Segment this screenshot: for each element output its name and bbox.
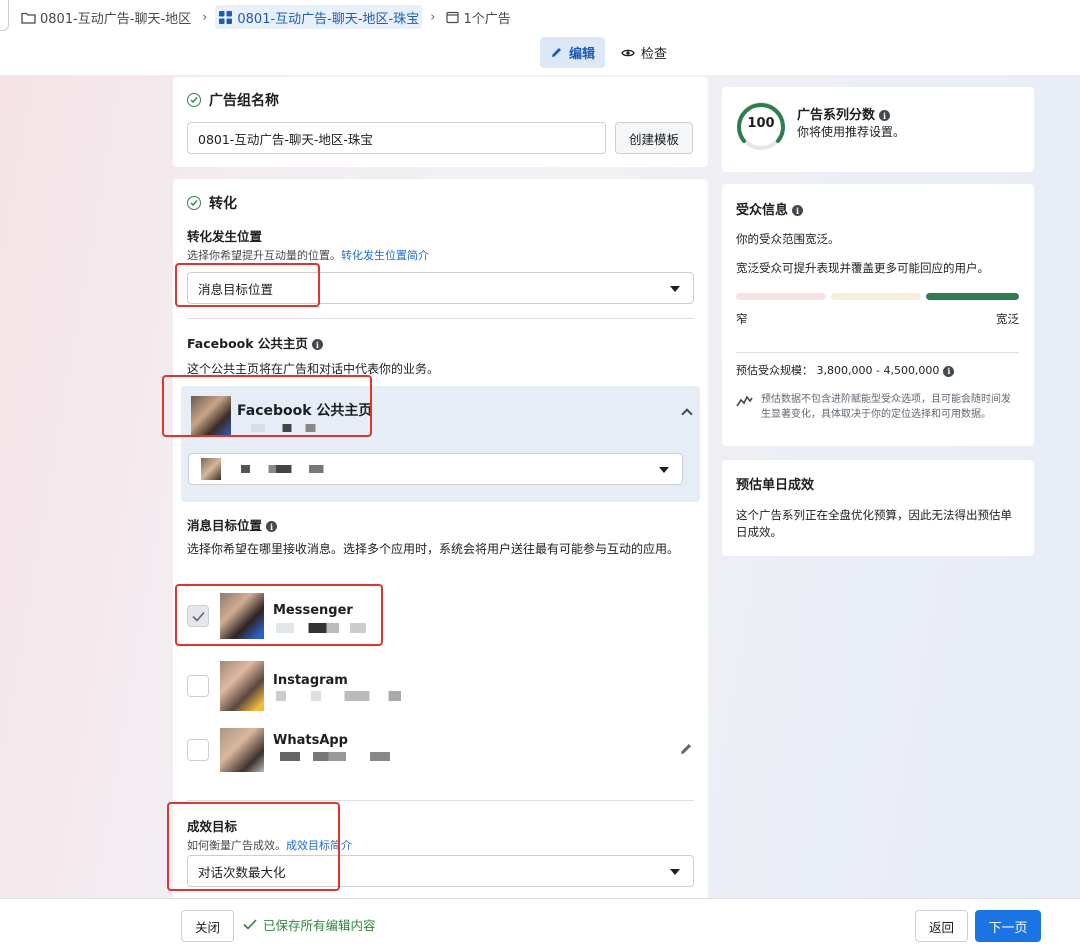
campaign-score-title-text: 广告系列分数 [797, 108, 876, 123]
instagram-avatar [220, 661, 264, 711]
conversion-location-label: 转化发生位置 [187, 229, 263, 244]
chevron-right-icon: › [430, 9, 436, 25]
chevron-up-icon[interactable] [681, 408, 693, 420]
facebook-page-select[interactable] [188, 453, 683, 485]
folder-icon [21, 12, 36, 24]
conversion-title: 转化 [209, 196, 237, 212]
ad-set-name-input[interactable]: 0801-互动广告-聊天-地区-珠宝 [187, 122, 606, 154]
highlight-conversion-location [175, 263, 320, 307]
breadcrumb-ads-label: 1个广告 [463, 11, 511, 27]
conversion-location-help-text: 选择你希望提升互动量的位置。 [187, 249, 341, 262]
instagram-label: Instagram [273, 673, 348, 688]
daily-results-text: 这个广告系列正在全盘优化预算，因此无法得出预估单日成效。 [736, 508, 1012, 539]
saved-status: 已保存所有编辑内容 [243, 915, 376, 934]
grid-icon [219, 10, 233, 24]
audience-title-text: 受众信息 [736, 203, 789, 218]
page-select-avatar [201, 458, 221, 480]
edit-pencil-icon[interactable] [679, 742, 693, 756]
divider [187, 318, 694, 319]
mode-tabs: 编辑 检查 [540, 37, 677, 68]
tab-edit-label: 编辑 [569, 47, 596, 62]
audience-meter-broad [926, 293, 1019, 300]
daily-results-title: 预估单日成效 [736, 478, 815, 493]
ad-set-name-heading: 广告组名称 [187, 90, 279, 110]
facebook-page-label: Facebook 公共主页 i [187, 333, 323, 352]
audience-size: 预估受众规模： 3,800,000 - 4,500,000 i [736, 362, 955, 378]
facebook-page-label-text: Facebook 公共主页 [187, 336, 308, 351]
audience-line2: 宽泛受众可提升表现并覆盖更多可能回应的用户。 [736, 261, 989, 275]
instagram-checkbox[interactable] [187, 675, 209, 697]
ad-set-name-title: 广告组名称 [209, 93, 279, 109]
pencil-icon [552, 48, 561, 57]
conversion-location-help-link[interactable]: 转化发生位置简介 [341, 249, 429, 262]
checkmark-icon [243, 919, 257, 930]
info-icon[interactable]: i [311, 339, 323, 350]
caret-down-icon [659, 467, 669, 473]
highlight-facebook-page [162, 375, 372, 437]
caret-down-icon [670, 286, 680, 292]
info-icon[interactable]: i [879, 110, 891, 121]
close-button[interactable]: 关闭 [181, 910, 234, 942]
audience-narrow-label: 窄 [736, 312, 748, 326]
breadcrumb-campaign-label: 0801-互动广告-聊天-地区 [40, 11, 192, 27]
audience-size-label: 预估受众规模： [736, 364, 813, 377]
conversion-location-help: 选择你希望提升互动量的位置。转化发生位置简介 [187, 247, 429, 263]
audience-size-value: 3,800,000 - 4,500,000 [816, 364, 940, 377]
breadcrumb: 0801-互动广告-聊天-地区 › 0801-互动广告-聊天-地区-珠宝 › 1… [18, 5, 514, 29]
audience-note: 预估数据不包含进阶赋能型受众选项，且可能会随时间发生显著变化，具体取决于你的定位… [761, 394, 1011, 420]
campaign-score-title: 广告系列分数 i [797, 104, 891, 123]
breadcrumb-ads[interactable]: 1个广告 [443, 5, 513, 29]
audience-broad-label: 宽泛 [996, 312, 1019, 326]
caret-down-icon [670, 869, 680, 875]
trend-icon [736, 395, 753, 407]
page-select-name-redacted [241, 465, 351, 473]
footer-bar: 关闭 已保存所有编辑内容 返回 下一页 [0, 898, 1080, 948]
message-destinations-label-text: 消息目标位置 [187, 518, 263, 533]
check-circle-icon [187, 196, 201, 210]
eye-icon [621, 49, 635, 56]
campaign-score-value: 100 [747, 116, 775, 131]
tab-edit[interactable]: 编辑 [540, 37, 606, 68]
breadcrumb-ad-set[interactable]: 0801-互动广告-聊天-地区-珠宝 [215, 5, 423, 29]
info-icon[interactable]: i [792, 205, 804, 216]
audience-title: 受众信息 i [736, 199, 804, 218]
whatsapp-label: WhatsApp [273, 733, 348, 748]
tab-review-label: 检查 [641, 47, 668, 62]
highlight-messenger [175, 584, 383, 646]
instagram-account-redacted [276, 691, 401, 701]
campaign-score-subtitle: 你将使用推荐设置。 [797, 125, 906, 139]
audience-meter-specific [831, 293, 921, 300]
breadcrumb-campaign[interactable]: 0801-互动广告-聊天-地区 [18, 5, 194, 29]
back-button[interactable]: 返回 [915, 910, 968, 942]
breadcrumb-ad-set-label: 0801-互动广告-聊天-地区-珠宝 [237, 11, 420, 27]
tab-review[interactable]: 检查 [611, 37, 677, 68]
create-template-button[interactable]: 创建模板 [615, 122, 693, 154]
next-button[interactable]: 下一页 [975, 910, 1041, 942]
audience-line1: 你的受众范围宽泛。 [736, 232, 840, 246]
message-destinations-label: 消息目标位置 i [187, 515, 278, 534]
divider [736, 352, 1019, 353]
chevron-right-icon: › [202, 9, 208, 25]
whatsapp-account-redacted [280, 752, 390, 761]
conversion-heading: 转化 [187, 193, 237, 213]
divider [187, 800, 694, 801]
check-circle-icon [187, 93, 201, 107]
whatsapp-checkbox[interactable] [187, 739, 209, 761]
message-destinations-help: 选择你希望在哪里接收消息。选择多个应用时，系统会将用户送往最有可能参与互动的应用… [187, 542, 680, 556]
panel-edge [0, 0, 9, 31]
whatsapp-avatar [220, 728, 264, 772]
info-icon[interactable]: i [943, 365, 955, 377]
saved-status-text: 已保存所有编辑内容 [263, 918, 376, 933]
audience-meter-narrow [736, 293, 826, 300]
top-bar: 0801-互动广告-聊天-地区 › 0801-互动广告-聊天-地区-珠宝 › 1… [0, 0, 1080, 75]
info-icon[interactable]: i [266, 521, 278, 532]
ad-icon [446, 11, 460, 23]
ad-set-name-card: 广告组名称 0801-互动广告-聊天-地区-珠宝 创建模板 [173, 77, 708, 167]
highlight-performance-goal [167, 802, 340, 891]
